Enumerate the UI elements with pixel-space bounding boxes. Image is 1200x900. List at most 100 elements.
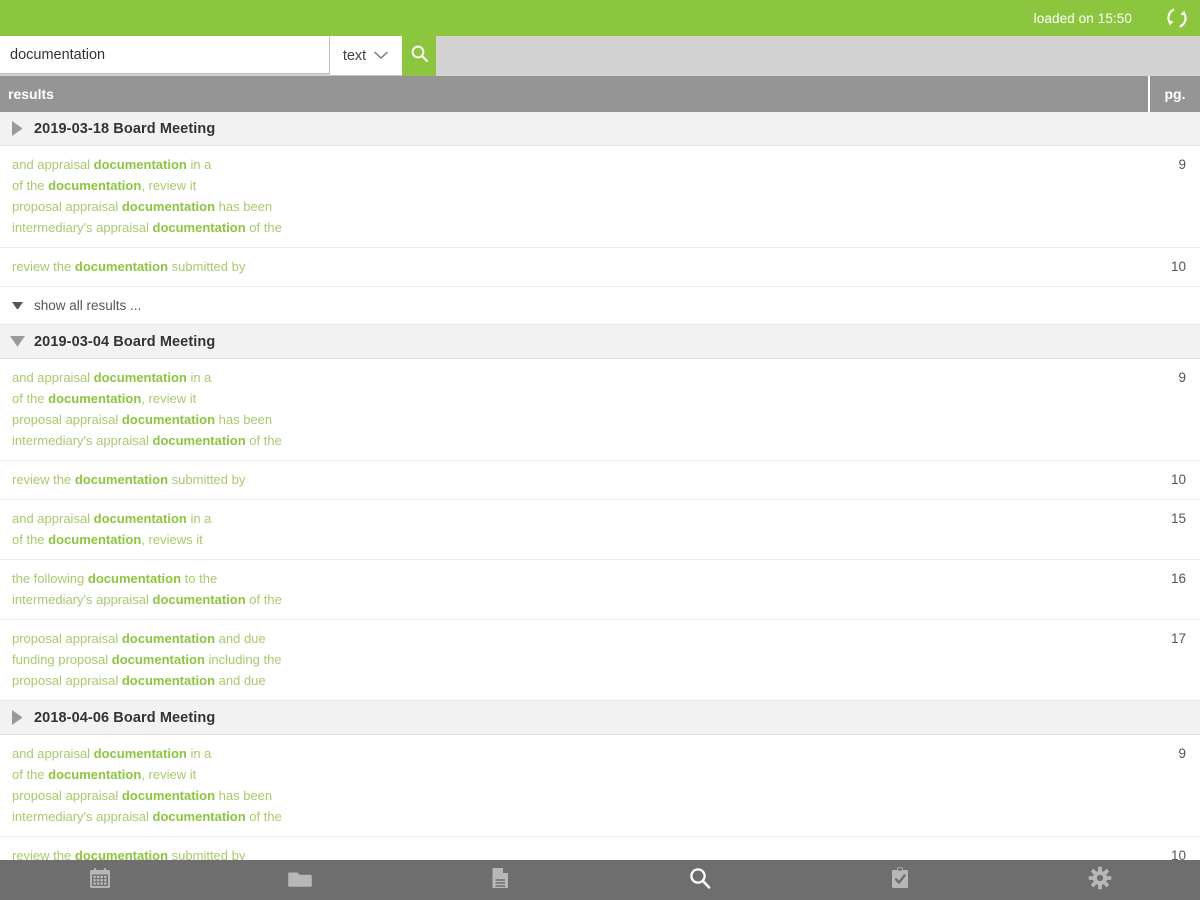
nav-document-button[interactable] <box>400 860 600 900</box>
snippet-pre-text: proposal appraisal <box>12 788 122 803</box>
result-row[interactable]: and appraisal documentation in a of the d… <box>0 146 1200 248</box>
search-bar: text <box>0 36 1200 76</box>
result-snippet-line: and appraisal documentation in a <box>12 508 1134 529</box>
result-row[interactable]: review the documentation submitted by 10 <box>0 837 1200 860</box>
snippet-match-term: documentation <box>48 391 142 406</box>
snippet-post-text: in a <box>186 370 212 385</box>
snippet-match-term: documentation <box>48 178 142 193</box>
snippet-pre-text: and appraisal <box>12 511 94 526</box>
search-icon <box>410 44 429 68</box>
result-snippet-line: funding proposal documentation including… <box>12 649 1134 670</box>
result-row[interactable]: the following documentation to the interm… <box>0 560 1200 620</box>
search-type-dropdown[interactable]: text <box>330 36 402 76</box>
snippet-post-text: submitted by <box>168 848 246 860</box>
result-page-number: 15 <box>1170 511 1186 526</box>
result-snippet-line: of the documentation, review it <box>12 764 1134 785</box>
snippet-post-text: of the <box>245 592 282 607</box>
show-all-results-button[interactable]: show all results ... <box>0 287 1200 325</box>
result-row[interactable]: and appraisal documentation in a of the d… <box>0 500 1200 560</box>
snippet-pre-text: intermediary's appraisal <box>12 433 153 448</box>
result-row[interactable]: review the documentation submitted by 10 <box>0 248 1200 287</box>
snippet-post-text: has been <box>215 199 273 214</box>
snippet-post-text: in a <box>186 511 212 526</box>
result-snippet-line: of the documentation, review it <box>12 388 1134 409</box>
result-group-header[interactable]: 2018-04-06 Board Meeting <box>0 701 1200 735</box>
result-snippets: review the documentation submitted by <box>0 461 1134 499</box>
snippet-match-term: documentation <box>121 412 216 427</box>
result-snippets: proposal appraisal documentation and due… <box>0 620 1134 700</box>
result-page-number: 10 <box>1170 472 1186 487</box>
snippet-pre-text: proposal appraisal <box>12 412 122 427</box>
result-row[interactable]: and appraisal documentation in a of the d… <box>0 735 1200 837</box>
triangle-right-icon[interactable] <box>0 121 34 136</box>
result-snippets: review the documentation submitted by <box>0 248 1134 286</box>
result-snippet-line: the following documentation to the <box>12 568 1134 589</box>
snippet-match-term: documentation <box>87 571 182 586</box>
result-page-number: 10 <box>1170 848 1186 860</box>
snippet-match-term: documentation <box>121 631 216 646</box>
result-group-header[interactable]: 2019-03-18 Board Meeting <box>0 112 1200 146</box>
result-row[interactable]: and appraisal documentation in a of the d… <box>0 359 1200 461</box>
snippet-post-text: including the <box>204 652 282 667</box>
snippet-match-term: documentation <box>74 848 169 860</box>
result-row[interactable]: review the documentation submitted by 10 <box>0 461 1200 500</box>
search-submit-button[interactable] <box>402 36 436 76</box>
calendar-icon <box>87 865 113 896</box>
result-snippets: and appraisal documentation in a of the d… <box>0 500 1134 559</box>
snippet-pre-text: intermediary's appraisal <box>12 809 153 824</box>
result-snippet-line: review the documentation submitted by <box>12 469 1134 490</box>
snippet-pre-text: funding proposal <box>12 652 112 667</box>
snippet-pre-text: of the <box>12 532 49 547</box>
search-icon <box>687 865 713 896</box>
result-snippet-line: proposal appraisal documentation has bee… <box>12 785 1134 806</box>
loaded-timestamp: loaded on 15:50 <box>1033 10 1132 26</box>
results-header-page-column: pg. <box>1164 86 1186 102</box>
snippet-match-term: documentation <box>48 767 142 782</box>
result-row[interactable]: proposal appraisal documentation and due… <box>0 620 1200 701</box>
result-snippet-line: intermediary's appraisal documentation o… <box>12 217 1134 238</box>
result-snippets: and appraisal documentation in a of the d… <box>0 146 1134 247</box>
nav-clipboard-check-button[interactable] <box>800 860 1000 900</box>
snippet-pre-text: of the <box>12 178 49 193</box>
gear-icon <box>1087 865 1113 896</box>
search-input[interactable] <box>0 36 330 74</box>
triangle-right-icon[interactable] <box>0 710 34 725</box>
result-page-number: 9 <box>1178 157 1186 172</box>
snippet-match-term: documentation <box>74 259 169 274</box>
snippet-match-term: documentation <box>93 370 187 385</box>
top-bar: loaded on 15:50 <box>0 0 1200 36</box>
snippet-match-term: documentation <box>48 532 142 547</box>
nav-search-button[interactable] <box>600 860 800 900</box>
result-page-number: 9 <box>1178 370 1186 385</box>
result-snippets: review the documentation submitted by <box>0 837 1134 860</box>
snippet-post-text: submitted by <box>168 472 246 487</box>
snippet-post-text: , review it <box>141 178 197 193</box>
results-list: 2019-03-18 Board Meeting and appraisal do… <box>0 112 1200 860</box>
result-group-header[interactable]: 2019-03-04 Board Meeting <box>0 325 1200 359</box>
snippet-post-text: of the <box>245 809 282 824</box>
results-header: results pg. <box>0 76 1200 112</box>
snippet-post-text: of the <box>245 220 282 235</box>
folder-icon <box>287 865 313 896</box>
snippet-post-text: to the <box>181 571 218 586</box>
snippet-pre-text: intermediary's appraisal <box>12 220 153 235</box>
nav-folder-button[interactable] <box>200 860 400 900</box>
result-snippet-line: of the documentation, review it <box>12 175 1134 196</box>
snippet-match-term: documentation <box>121 788 216 803</box>
refresh-sync-icon[interactable] <box>1160 1 1194 35</box>
result-snippets: the following documentation to the interm… <box>0 560 1134 619</box>
nav-gear-button[interactable] <box>1000 860 1200 900</box>
snippet-match-term: documentation <box>93 511 187 526</box>
app-root: loaded on 15:50 text <box>0 0 1200 900</box>
snippet-match-term: documentation <box>93 746 187 761</box>
snippet-match-term: documentation <box>121 673 216 688</box>
snippet-match-term: documentation <box>152 592 246 607</box>
result-snippets: and appraisal documentation in a of the d… <box>0 735 1134 836</box>
snippet-pre-text: proposal appraisal <box>12 673 122 688</box>
result-page-number: 10 <box>1170 259 1186 274</box>
triangle-down-icon[interactable] <box>0 336 34 347</box>
nav-calendar-button[interactable] <box>0 860 200 900</box>
result-snippet-line: review the documentation submitted by <box>12 845 1134 860</box>
result-snippet-line: intermediary's appraisal documentation o… <box>12 589 1134 610</box>
result-snippet-line: of the documentation, reviews it <box>12 529 1134 550</box>
